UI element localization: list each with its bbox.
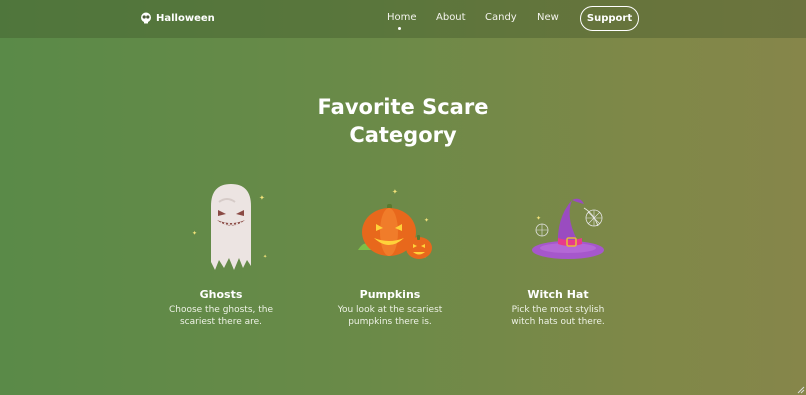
nav-new[interactable]: New <box>537 12 559 23</box>
svg-text:✦: ✦ <box>536 215 541 222</box>
svg-text:✦: ✦ <box>259 194 265 202</box>
nav-candy[interactable]: Candy <box>485 12 517 23</box>
card-description-line-2: witch hats out there. <box>511 317 605 327</box>
page-title: Favorite Scare Category <box>253 93 553 149</box>
category-card-pumpkins[interactable]: ✦ ✦ Pumpkins You look at the scariest pu… <box>310 178 470 327</box>
card-description-line-2: pumpkins there is. <box>348 317 432 327</box>
resize-grip-icon[interactable] <box>797 386 805 394</box>
brand-logo[interactable]: Halloween <box>140 11 215 25</box>
svg-text:✦: ✦ <box>192 230 197 237</box>
nav-home[interactable]: Home <box>387 12 417 23</box>
pumpkin-icon: ✦ ✦ <box>358 188 432 259</box>
card-description: Pick the most stylish witch hats out the… <box>478 304 638 328</box>
page-title-line-1: Favorite Scare <box>317 95 489 119</box>
svg-text:✦: ✦ <box>263 254 267 260</box>
page-title-line-2: Category <box>349 123 457 147</box>
card-description: You look at the scariest pumpkins there … <box>310 304 470 328</box>
active-nav-indicator <box>398 27 401 30</box>
navbar: Halloween Home About Candy New Support <box>0 0 806 38</box>
svg-text:✦: ✦ <box>424 217 429 224</box>
brand-name: Halloween <box>156 12 215 24</box>
card-title: Pumpkins <box>359 288 421 301</box>
card-title: Ghosts <box>199 288 243 301</box>
category-card-ghosts[interactable]: ✦ ✦ ✦ Ghosts Choose the ghosts, the scar… <box>141 178 301 327</box>
nav-about[interactable]: About <box>436 12 466 23</box>
witch-hat-icon: ✦ <box>532 198 604 259</box>
card-description-line-1: Pick the most stylish <box>511 305 605 315</box>
skull-icon <box>141 12 151 24</box>
support-button[interactable]: Support <box>580 6 639 31</box>
svg-text:✦: ✦ <box>392 188 398 196</box>
ghost-icon: ✦ ✦ ✦ <box>192 184 267 270</box>
card-title: Witch Hat <box>527 288 589 301</box>
category-card-witch-hat[interactable]: ✦ Witch Hat Pick the most stylish witch … <box>478 178 638 327</box>
card-description-line-1: Choose the ghosts, the <box>168 305 274 315</box>
card-description-line-2: scariest there are. <box>179 317 263 327</box>
card-description-line-1: You look at the scariest <box>337 305 443 315</box>
card-description: Choose the ghosts, the scariest there ar… <box>141 304 301 328</box>
